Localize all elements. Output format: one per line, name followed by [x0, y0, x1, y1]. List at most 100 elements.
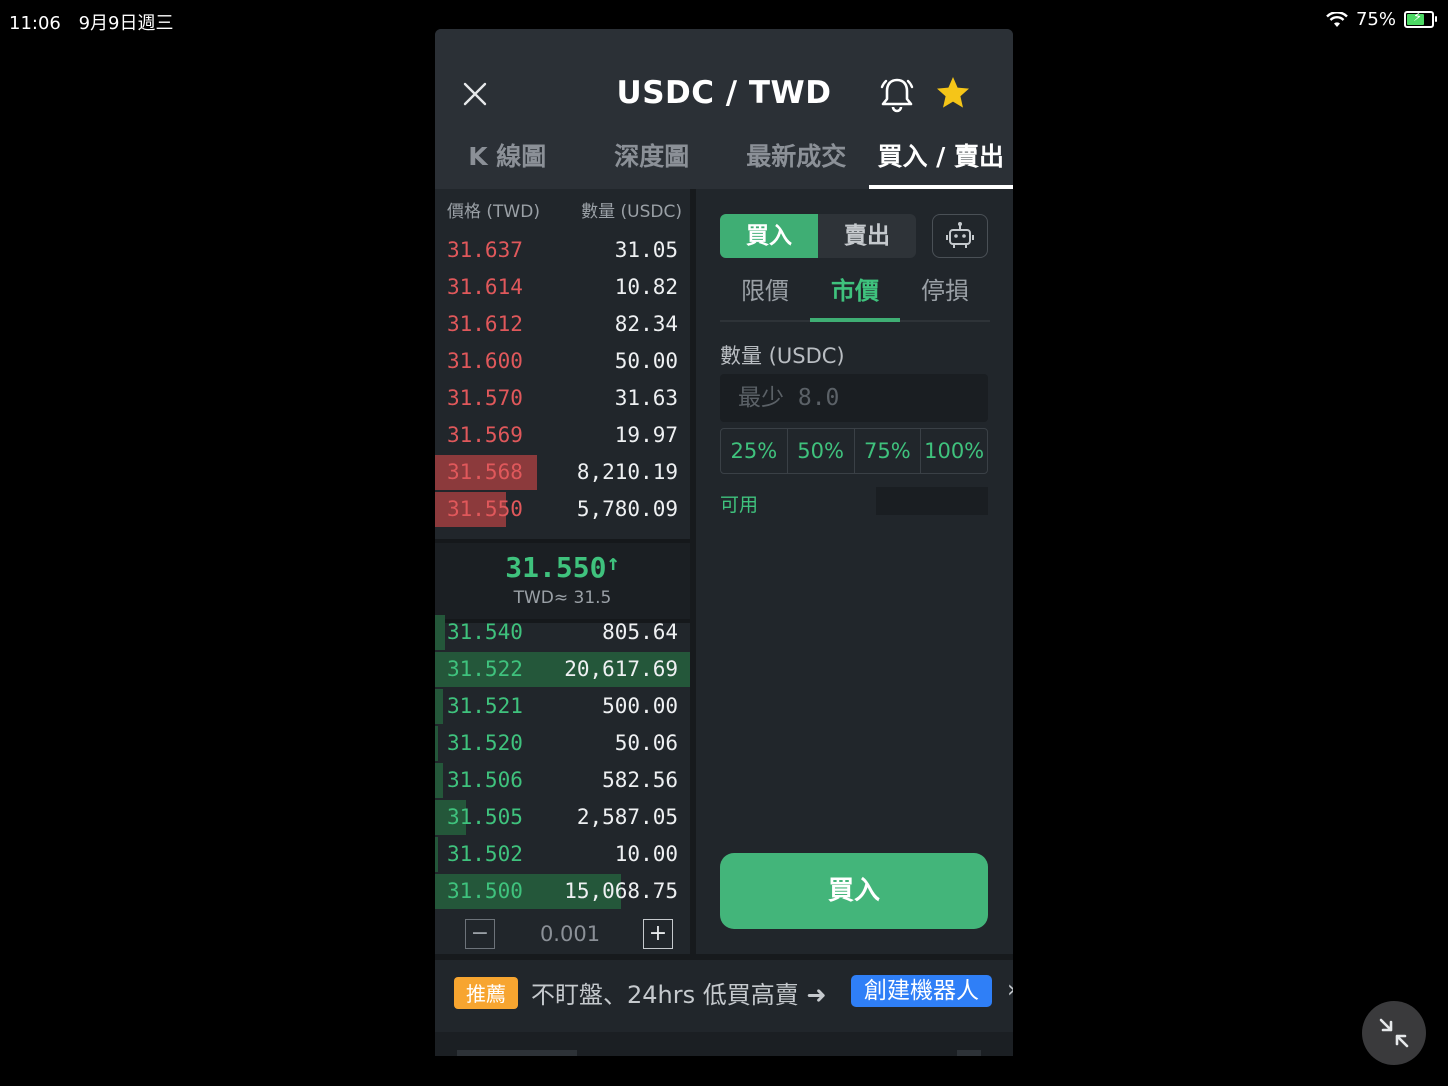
- wifi-icon: [1326, 11, 1348, 27]
- ask-quantity: 31.05: [614, 238, 678, 262]
- ask-quantity: 82.34: [614, 312, 678, 336]
- bid-row[interactable]: 31.540 805.64: [435, 614, 690, 651]
- percent-selector: 25% 50% 75% 100%: [720, 428, 988, 474]
- bid-price: 31.502: [447, 842, 523, 866]
- ask-quantity: 5,780.09: [576, 497, 678, 521]
- tab-limit-order[interactable]: 限價: [720, 268, 810, 320]
- bid-depth-bar: [435, 837, 438, 872]
- status-time: 11:06: [9, 13, 61, 34]
- charging-icon: ⚡: [1413, 10, 1423, 25]
- bid-price: 31.521: [447, 694, 523, 718]
- trading-panel: USDC / TWD K 線圖 深度圖 最新成交 買入 / 賣出 價格 (TWD…: [435, 29, 1013, 1056]
- ask-quantity: 8,210.19: [576, 460, 678, 484]
- ask-row[interactable]: 31.614 10.82: [435, 269, 690, 306]
- order-type-tabs: 限價 市價 停損: [720, 268, 990, 322]
- status-indicators: 75% ⚡: [1326, 9, 1437, 30]
- view-tabs: K 線圖 深度圖 最新成交 買入 / 賣出: [435, 127, 1013, 189]
- step-decrease-button[interactable]: −: [465, 919, 495, 949]
- bid-row[interactable]: 31.500 15,068.75: [435, 873, 690, 910]
- tab-kline[interactable]: K 線圖: [435, 127, 580, 189]
- ask-price: 31.568: [447, 460, 523, 484]
- ask-row[interactable]: 31.569 19.97: [435, 417, 690, 454]
- quantity-input[interactable]: [720, 374, 988, 422]
- panel-header: USDC / TWD: [435, 29, 1013, 127]
- bid-row[interactable]: 31.502 10.00: [435, 836, 690, 873]
- star-icon[interactable]: [935, 75, 971, 111]
- bid-price: 31.506: [447, 768, 523, 792]
- bid-depth-bar: [435, 763, 443, 798]
- percent-25-button[interactable]: 25%: [721, 429, 788, 473]
- bid-row[interactable]: 31.520 50.06: [435, 725, 690, 762]
- side-switch: 買入 賣出: [720, 214, 916, 258]
- ask-price: 31.550: [447, 497, 523, 521]
- bid-quantity: 2,587.05: [576, 805, 678, 829]
- ask-price: 31.569: [447, 423, 523, 447]
- buy-side-button[interactable]: 買入: [720, 214, 818, 258]
- ask-row[interactable]: 31.550 5,780.09: [435, 491, 690, 528]
- last-price: 31.550↑: [435, 551, 690, 584]
- step-increase-button[interactable]: +: [643, 919, 673, 949]
- trading-bot-button[interactable]: [932, 214, 988, 258]
- ask-price: 31.612: [447, 312, 523, 336]
- bid-row[interactable]: 31.505 2,587.05: [435, 799, 690, 836]
- bid-quantity: 805.64: [602, 620, 678, 644]
- ask-row[interactable]: 31.570 31.63: [435, 380, 690, 417]
- ask-price: 31.614: [447, 275, 523, 299]
- bid-quantity: 15,068.75: [564, 879, 678, 903]
- bid-price: 31.522: [447, 657, 523, 681]
- ask-row[interactable]: 31.612 82.34: [435, 306, 690, 343]
- bid-price: 31.520: [447, 731, 523, 755]
- price-step-control: − 0.001 +: [465, 919, 675, 951]
- qty-column-header: 數量 (USDC): [581, 202, 682, 222]
- tab-market-order[interactable]: 市價: [810, 268, 900, 322]
- bid-price: 31.505: [447, 805, 523, 829]
- price-up-arrow-icon: ↑: [606, 551, 620, 576]
- status-clock: 11:06 9月9日週三: [9, 9, 186, 35]
- percent-50-button[interactable]: 50%: [788, 429, 855, 473]
- ask-row[interactable]: 31.637 31.05: [435, 232, 690, 269]
- ask-quantity: 19.97: [614, 423, 678, 447]
- buy-submit-button[interactable]: 買入: [720, 853, 988, 929]
- ask-row[interactable]: 31.568 8,210.19: [435, 454, 690, 491]
- bell-icon[interactable]: [877, 75, 917, 115]
- bid-depth-bar: [435, 615, 445, 650]
- percent-75-button[interactable]: 75%: [855, 429, 922, 473]
- bid-price: 31.500: [447, 879, 523, 903]
- fiat-equivalent: TWD≈ 31.5: [513, 588, 612, 608]
- promo-text: 不盯盤、24hrs 低買高賣 ➜: [531, 981, 827, 1009]
- tab-depth[interactable]: 深度圖: [580, 127, 725, 189]
- bid-row[interactable]: 31.522 20,617.69: [435, 651, 690, 688]
- ask-quantity: 31.63: [614, 386, 678, 410]
- promo-tag: 推薦: [454, 977, 518, 1009]
- tab-stop-order[interactable]: 停損: [900, 268, 990, 320]
- create-bot-button[interactable]: 創建機器人: [851, 975, 992, 1007]
- exit-fullscreen-button[interactable]: [1362, 1001, 1426, 1065]
- ask-row[interactable]: 31.600 50.00: [435, 343, 690, 380]
- available-label: 可用: [720, 494, 759, 516]
- tab-buy-sell[interactable]: 買入 / 賣出: [868, 127, 1014, 189]
- step-value[interactable]: 0.001: [510, 919, 630, 949]
- bid-row[interactable]: 31.506 582.56: [435, 762, 690, 799]
- bid-depth-bar: [435, 726, 438, 761]
- sell-side-button[interactable]: 賣出: [818, 214, 916, 258]
- promo-banner[interactable]: 推薦 不盯盤、24hrs 低買高賣 ➜ 創建機器人 ›: [435, 960, 1013, 1030]
- last-price-panel: 31.550↑ TWD≈ 31.5: [435, 539, 690, 623]
- percent-100-button[interactable]: 100%: [921, 429, 987, 473]
- battery-icon: ⚡: [1404, 10, 1437, 28]
- ask-price: 31.637: [447, 238, 523, 262]
- bid-depth-bar: [435, 689, 443, 724]
- status-date: 9月9日週三: [78, 13, 174, 34]
- pair-title: USDC / TWD: [616, 75, 832, 111]
- tab-recent-trades[interactable]: 最新成交: [724, 127, 869, 189]
- quantity-label: 數量 (USDC): [720, 344, 845, 368]
- next-section-peek: [435, 1032, 1013, 1056]
- robot-icon: [946, 222, 974, 248]
- bid-quantity: 20,617.69: [564, 657, 678, 681]
- last-price-value: 31.550: [505, 551, 607, 584]
- price-column-header: 價格 (TWD): [447, 202, 540, 222]
- order-book-header: 價格 (TWD) 數量 (USDC): [447, 197, 682, 222]
- bid-row[interactable]: 31.521 500.00: [435, 688, 690, 725]
- ask-price: 31.600: [447, 349, 523, 373]
- bid-quantity: 500.00: [602, 694, 678, 718]
- available-balance: [876, 487, 988, 515]
